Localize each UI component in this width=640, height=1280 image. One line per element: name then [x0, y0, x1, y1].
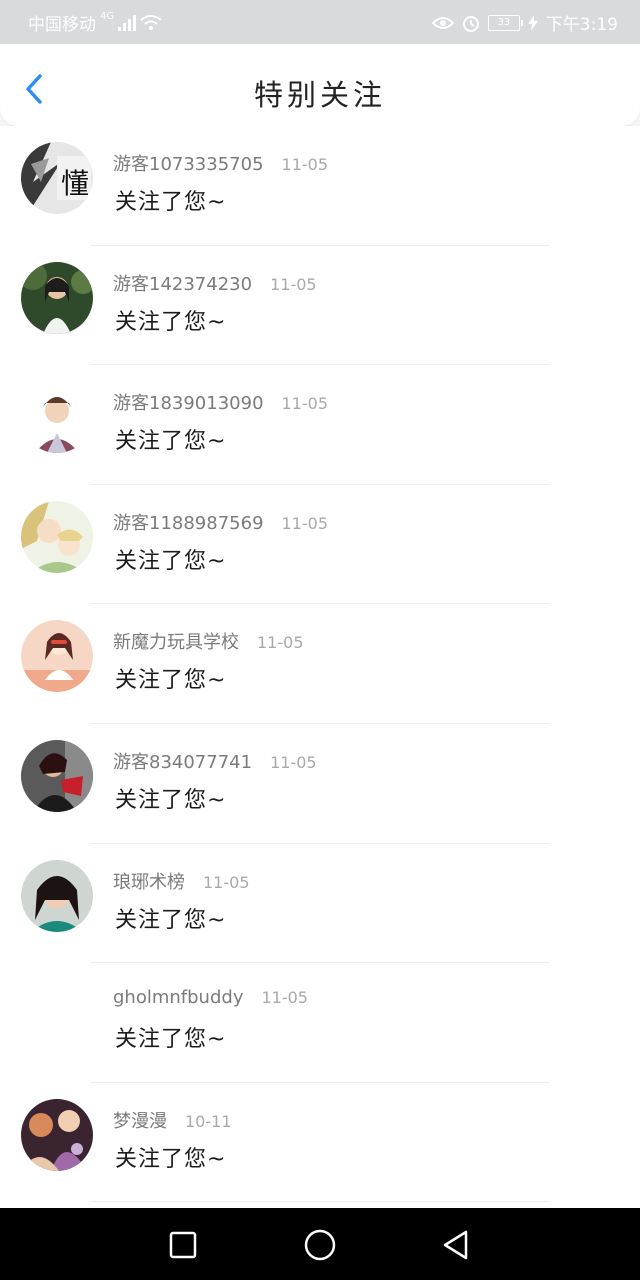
user-name: 梦漫漫 10-11	[113, 1107, 232, 1133]
follow-list: 懂 游客1073335705 11-05 关注了您~ 游客142374230 11-…	[0, 126, 640, 1208]
status-left: 中国移动 4G	[28, 10, 162, 35]
follow-date: 11-05	[203, 872, 250, 892]
follow-message: 关注了您~	[115, 787, 227, 813]
list-item[interactable]: 新魔力玩具学校 11-05 关注了您~	[0, 604, 640, 724]
signal-icon	[118, 14, 137, 31]
eye-icon	[431, 16, 454, 29]
user-name-text: 游客834077741	[113, 751, 253, 773]
user-name: 游客834077741 11-05	[113, 748, 317, 774]
user-name: 游客1188987569 11-05	[113, 509, 328, 535]
square-icon	[169, 1231, 197, 1259]
list-item[interactable]: 琅琊术榜 11-05 关注了您~	[0, 844, 640, 964]
user-name-text: 游客142374230	[113, 273, 253, 295]
avatar-char: 懂	[61, 167, 90, 200]
user-name-text: 游客1188987569	[113, 512, 264, 534]
charging-icon	[527, 14, 538, 31]
follow-date: 11-05	[281, 155, 329, 174]
follow-date: 11-05	[270, 274, 317, 294]
list-item[interactable]: 游客1188987569 11-05 关注了您~	[0, 485, 640, 605]
user-name-text: 琅琊术榜	[113, 871, 185, 893]
avatar	[21, 500, 93, 573]
list-item[interactable]: 游客834077741 11-05 关注了您~	[0, 724, 640, 844]
list-item[interactable]: gholmnfbuddy 11-05 关注了您~	[0, 963, 640, 1083]
back-nav-button[interactable]	[440, 1228, 474, 1262]
follow-message: 关注了您~	[115, 548, 227, 574]
network-label: 4G	[100, 11, 115, 22]
user-name-text: 游客1839013090	[113, 393, 264, 415]
follow-date: 11-05	[281, 394, 329, 414]
carrier-label: 中国移动	[28, 15, 96, 35]
list-item[interactable]: 梦漫漫 10-11 关注了您~	[0, 1083, 640, 1203]
follow-message: 关注了您~	[115, 429, 227, 455]
follow-date: 11-05	[257, 633, 304, 653]
status-bar: 中国移动 4G 33 下午3:19	[0, 0, 640, 44]
avatar	[21, 261, 93, 334]
follow-date: 11-05	[281, 513, 329, 533]
user-name: 新魔力玩具学校 11-05	[113, 628, 304, 654]
avatar	[21, 381, 93, 454]
avatar: 懂	[21, 142, 93, 214]
avatar	[21, 620, 93, 693]
divider	[90, 1201, 550, 1203]
follow-date: 11-05	[261, 988, 308, 1008]
status-right: 33 下午3:19	[431, 10, 618, 35]
follow-message: 关注了您~	[115, 1146, 227, 1172]
user-name-text: gholmnfbuddy	[113, 987, 244, 1009]
user-name: 游客1073335705 11-05	[113, 150, 328, 176]
system-nav-bar	[0, 1208, 640, 1280]
circle-home-icon	[304, 1229, 336, 1261]
user-name: 游客1839013090 11-05	[113, 389, 328, 415]
recent-apps-button[interactable]	[166, 1228, 200, 1262]
user-name: gholmnfbuddy 11-05	[113, 987, 308, 1008]
user-name: 游客142374230 11-05	[113, 270, 317, 296]
follow-message: 关注了您~	[115, 309, 227, 335]
user-name: 琅琊术榜 11-05	[113, 868, 250, 894]
page-title: 特别关注	[253, 78, 386, 112]
list-item[interactable]: 游客142374230 11-05 关注了您~	[0, 246, 640, 366]
list-item[interactable]: 懂 游客1073335705 11-05 关注了您~	[0, 126, 640, 246]
follow-message: 关注了您~	[115, 190, 227, 215]
alarm-icon	[462, 15, 479, 32]
follow-date: 11-05	[270, 752, 317, 772]
avatar	[21, 979, 93, 1051]
follow-message: 关注了您~	[115, 668, 227, 694]
follow-message: 关注了您~	[115, 907, 227, 933]
list-item[interactable]: 游客1839013090 11-05 关注了您~	[0, 365, 640, 485]
avatar	[21, 1098, 93, 1171]
avatar	[21, 739, 93, 812]
triangle-back-icon	[443, 1230, 468, 1260]
avatar	[21, 859, 93, 932]
follow-date: 10-11	[185, 1111, 232, 1131]
home-button[interactable]	[303, 1228, 337, 1262]
user-name-text: 新魔力玩具学校	[113, 632, 239, 654]
user-name-text: 梦漫漫	[113, 1110, 167, 1132]
user-name-text: 游客1073335705	[113, 154, 264, 175]
wifi-icon	[140, 14, 162, 30]
follow-message: 关注了您~	[115, 1027, 227, 1053]
clock-label: 下午3:19	[545, 15, 618, 35]
battery-icon: 33	[487, 14, 523, 31]
top-header: 特别关注	[0, 44, 640, 126]
